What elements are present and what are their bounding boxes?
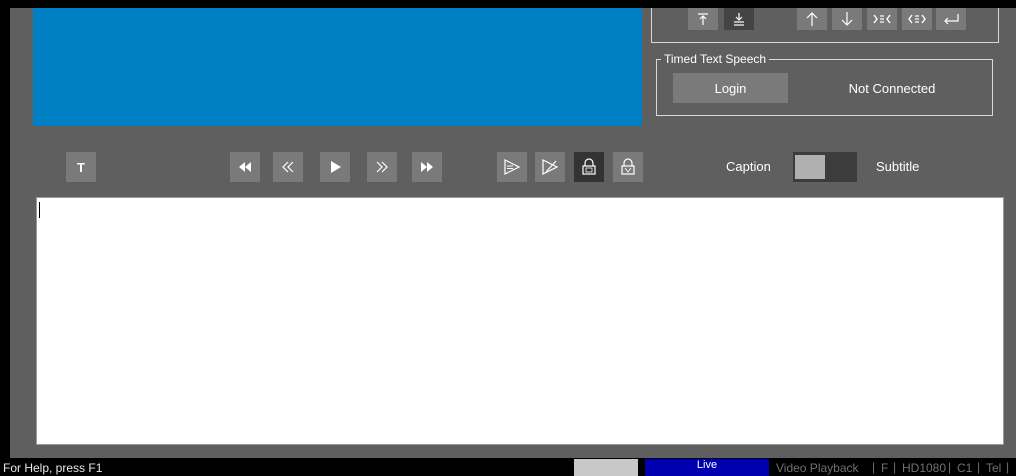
timed-text-speech-group: Timed Text Speech Login Not Connected — [656, 51, 993, 116]
pane-separator: | — [948, 460, 952, 474]
caption-label: Caption — [726, 159, 771, 174]
lock-caption-icon — [582, 158, 596, 175]
rewind-icon — [282, 161, 294, 173]
align-bottom-icon — [734, 13, 744, 26]
rewind-fast-icon — [239, 162, 251, 172]
f-pane: F — [881, 461, 889, 475]
clear-caption-icon — [542, 159, 559, 175]
navigation-group — [651, 8, 999, 43]
play-icon — [331, 161, 341, 173]
subtitle-label: Subtitle — [876, 159, 920, 174]
app-window: Timed Text Speech Login Not Connected T … — [10, 0, 1016, 458]
return-icon — [944, 14, 959, 25]
lock-video-button[interactable] — [613, 152, 643, 182]
move-up-button[interactable] — [797, 8, 827, 30]
play-button[interactable] — [320, 152, 350, 182]
send-caption-button[interactable] — [497, 152, 527, 182]
pane-separator: | — [893, 460, 897, 474]
indent-in-icon — [873, 14, 891, 24]
text-cursor — [39, 202, 40, 218]
indent-in-button[interactable] — [867, 8, 897, 30]
help-text: For Help, press F1 — [3, 461, 103, 475]
c1-pane: C1 — [957, 461, 973, 475]
caption-subtitle-toggle[interactable] — [793, 152, 857, 182]
group-title: Timed Text Speech — [661, 51, 770, 67]
tel-pane: Tel — [986, 461, 1002, 475]
video-playback-pane: Video Playback — [776, 461, 859, 475]
pane-separator: | — [872, 460, 876, 474]
rewind-button[interactable] — [273, 152, 303, 182]
forward-fast-button[interactable] — [412, 152, 442, 182]
live-indicator: Live — [645, 459, 769, 476]
login-button[interactable]: Login — [673, 73, 788, 103]
forward-icon — [376, 161, 388, 173]
caption-text-editor[interactable] — [36, 197, 1004, 445]
indent-out-button[interactable] — [902, 8, 932, 30]
lock-video-icon — [621, 158, 635, 175]
indent-out-icon — [908, 14, 926, 24]
return-button[interactable] — [936, 8, 966, 30]
text-icon: T — [77, 159, 85, 175]
text-button[interactable]: T — [66, 152, 96, 182]
move-down-button[interactable] — [832, 8, 862, 30]
send-caption-icon — [504, 159, 521, 175]
arrow-up-icon — [806, 12, 818, 26]
toggle-knob[interactable] — [795, 155, 825, 179]
clear-caption-button[interactable] — [535, 152, 565, 182]
pane-separator: | — [1006, 460, 1010, 474]
connection-status: Not Connected — [848, 80, 936, 96]
forward-fast-icon — [421, 162, 433, 172]
forward-button[interactable] — [367, 152, 397, 182]
align-top-button[interactable] — [688, 8, 718, 30]
align-bottom-button[interactable] — [724, 8, 754, 30]
status-indicator — [574, 459, 638, 476]
align-top-icon — [698, 13, 708, 25]
status-bar: For Help, press F1 Live Video Playback |… — [0, 458, 1016, 476]
video-preview — [33, 8, 642, 126]
lock-caption-button[interactable] — [574, 152, 604, 182]
pane-separator: | — [977, 460, 981, 474]
rewind-fast-button[interactable] — [230, 152, 260, 182]
format-pane: HD1080 — [902, 461, 947, 475]
arrow-down-icon — [841, 12, 853, 26]
